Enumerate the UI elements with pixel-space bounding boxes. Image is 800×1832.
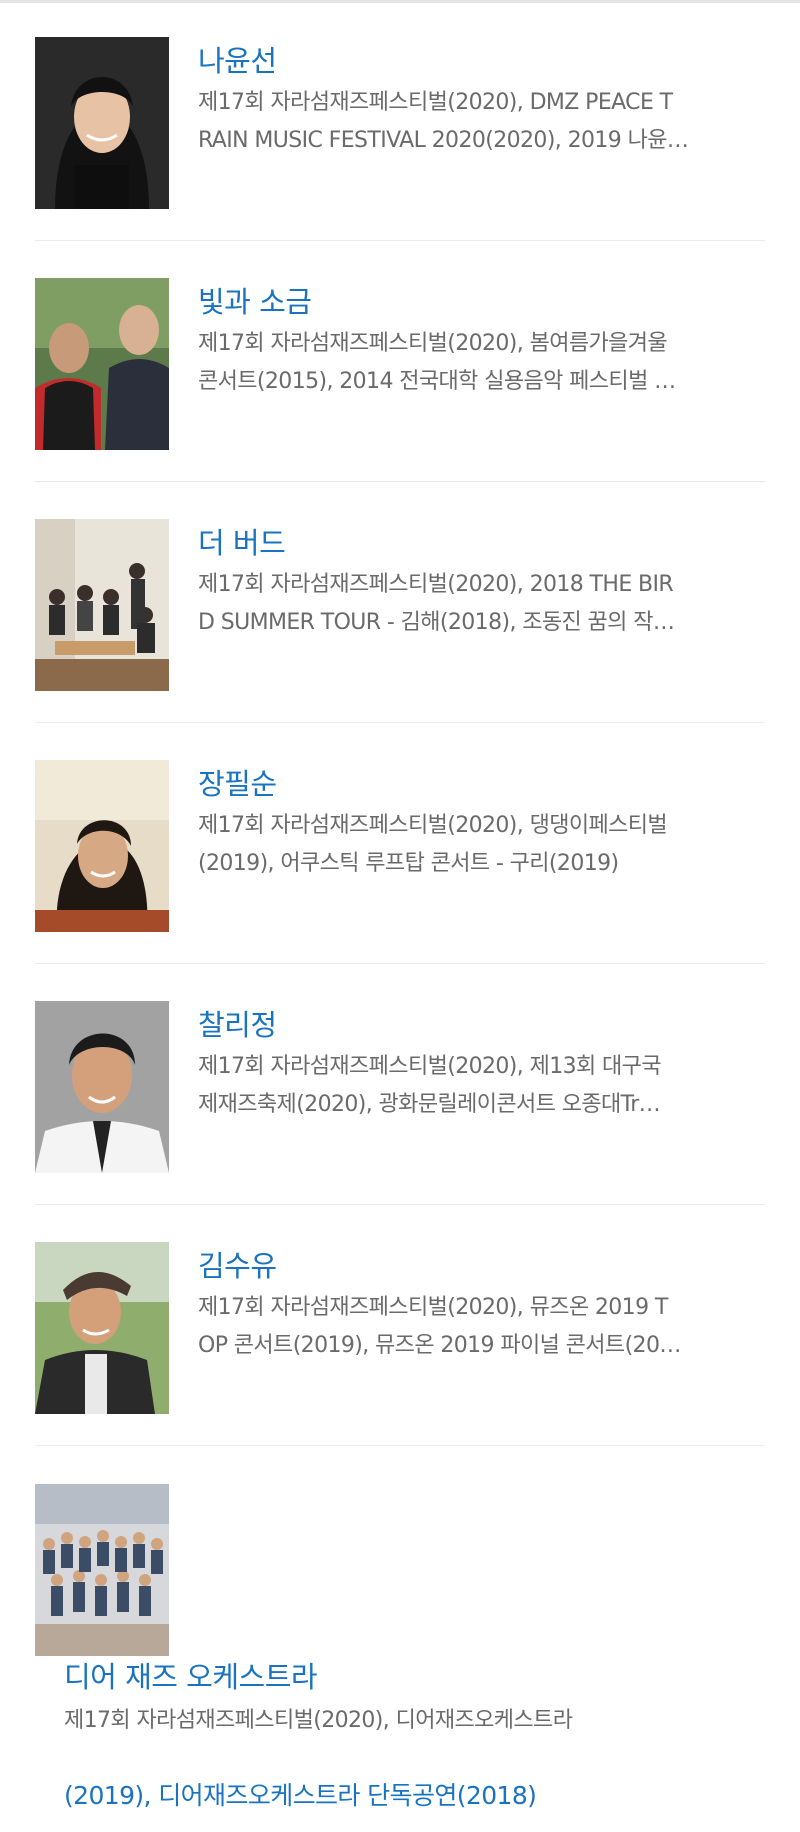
list-item[interactable]: 더 버드 제17회 자라섬재즈페스티벌(2020), 2018 THE BIR … [35,482,765,723]
artist-photo[interactable] [35,519,169,691]
artist-description: 제17회 자라섬재즈페스티벌(2020), 봄여름가을겨울 콘서트(2015),… [198,331,676,394]
artist-description: 제17회 자라섬재즈페스티벌(2020), 제13회 대구국 제재즈축제(202… [198,1054,662,1117]
artist-photo[interactable] [35,278,169,450]
artist-photo[interactable] [35,37,169,209]
artist-description: 제17회 자라섬재즈페스티벌(2020), 댕댕이페스티벌 (2019), 어쿠… [198,813,668,876]
artist-description: 제17회 자라섬재즈페스티벌(2020), DMZ PEACE T RAIN M… [198,90,689,153]
list-item[interactable]: 나윤선 제17회 자라섬재즈페스티벌(2020), DMZ PEACE T RA… [35,0,765,241]
list-item[interactable]: 찰리정 제17회 자라섬재즈페스티벌(2020), 제13회 대구국 제재즈축제… [35,964,765,1205]
artist-name[interactable]: 찰리정 [198,1002,277,1044]
artist-list: 나윤선 제17회 자라섬재즈페스티벌(2020), DMZ PEACE T RA… [35,0,765,1446]
artist-photo[interactable] [35,1484,169,1656]
list-item[interactable]: 장필순 제17회 자라섬재즈페스티벌(2020), 댕댕이페스티벌 (2019)… [35,723,765,964]
artist-name[interactable]: 나윤선 [198,38,277,80]
artist-name[interactable]: 디어 재즈 오케스트라 [64,1654,318,1696]
list-item[interactable]: 디어 재즈 오케스트라 제17회 자라섬재즈페스티벌(2020), 디어재즈오케… [0,1446,800,1832]
artist-name[interactable]: 더 버드 [198,520,286,562]
artist-description: 제17회 자라섬재즈페스티벌(2020), 뮤즈온 2019 T OP 콘서트(… [198,1295,681,1358]
artist-name[interactable]: 장필순 [198,761,277,803]
list-item[interactable]: 빛과 소금 제17회 자라섬재즈페스티벌(2020), 봄여름가을겨울 콘서트(… [35,241,765,482]
artist-photo[interactable] [35,1001,169,1173]
artist-description: 제17회 자라섬재즈페스티벌(2020), 디어재즈오케스트라 [64,1708,573,1733]
artist-description-continued: (2019), 디어재즈오케스트라 단독공연(2018) [64,1781,537,1810]
list-item[interactable]: 김수유 제17회 자라섬재즈페스티벌(2020), 뮤즈온 2019 T OP … [35,1205,765,1446]
artist-name[interactable]: 빛과 소금 [198,279,312,321]
artist-name[interactable]: 김수유 [198,1243,277,1285]
artist-photo[interactable] [35,760,169,932]
artist-photo[interactable] [35,1242,169,1414]
artist-description: 제17회 자라섬재즈페스티벌(2020), 2018 THE BIR D SUM… [198,572,675,635]
